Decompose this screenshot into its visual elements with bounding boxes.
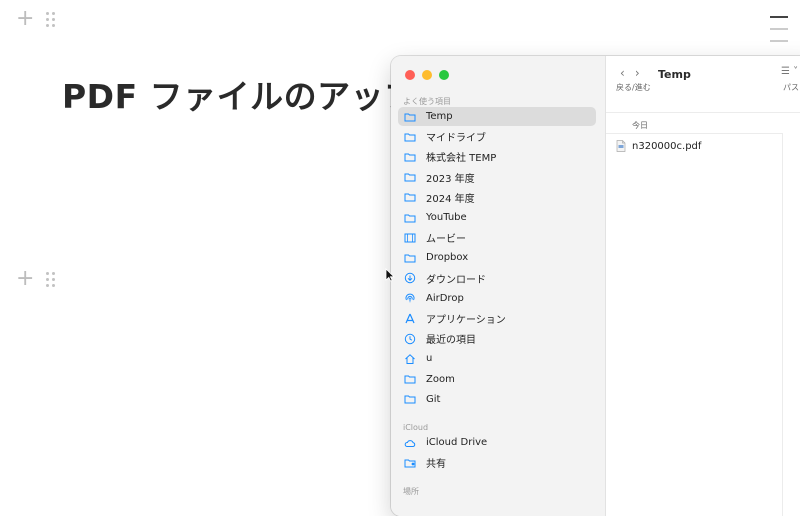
chevron-left-icon[interactable]: ‹ [620, 66, 625, 80]
download-icon [404, 272, 416, 284]
cloud-icon [404, 437, 416, 449]
airdrop-icon [404, 292, 416, 304]
sidebar-item-label: ダウンロード [426, 274, 486, 286]
folder-icon [404, 191, 416, 203]
block-handle-middle[interactable]: + [16, 268, 56, 290]
home-icon [404, 353, 416, 365]
sidebar-item-label: マイドライブ [426, 133, 486, 145]
folder-icon [404, 151, 416, 163]
clock-icon [404, 333, 416, 345]
sidebar-item[interactable]: Zoom [398, 370, 596, 389]
file-name: n320000c.pdf [632, 140, 702, 152]
pdf-file-icon [616, 140, 626, 152]
sidebar-item[interactable]: Git [398, 390, 596, 409]
minimize-window-button[interactable] [422, 70, 432, 80]
close-window-button[interactable] [405, 70, 415, 80]
folder-icon [404, 252, 416, 264]
sidebar-item-label: 株式会社 TEMP [426, 153, 497, 165]
folder-icon [404, 373, 416, 385]
locations-section-label: 場所 [403, 487, 419, 496]
sidebar-item[interactable]: ムービー [398, 228, 596, 247]
folder-icon [404, 131, 416, 143]
applications-icon [404, 313, 416, 325]
block-handle-top[interactable]: + [16, 8, 56, 30]
sidebar-item-label: 最近の項目 [426, 335, 476, 347]
toolbar-divider [606, 112, 800, 113]
back-forward-buttons[interactable]: ‹ › [620, 66, 640, 80]
sidebar-item[interactable]: iCloud Drive [398, 433, 596, 452]
sidebar-item-label: アプリケーション [426, 315, 506, 326]
shared-folder-icon [404, 457, 416, 469]
path-label: パス [783, 83, 799, 92]
add-block-icon[interactable]: + [16, 8, 34, 30]
finder-content: ‹ › 戻る/進む Temp ☰ ˅ パス 今日 n320000c.pdf [606, 56, 800, 516]
sidebar-item[interactable]: 2023 年度 [398, 168, 596, 187]
sidebar-item-label: 共有 [426, 459, 446, 471]
sidebar-item[interactable]: アプリケーション [398, 309, 596, 328]
sidebar-item[interactable]: 株式会社 TEMP [398, 147, 596, 166]
column-divider [782, 133, 783, 516]
zoom-window-button[interactable] [439, 70, 449, 80]
chevron-right-icon[interactable]: › [635, 66, 640, 80]
date-group-label: 今日 [632, 121, 648, 130]
folder-icon [404, 171, 416, 183]
sidebar-item[interactable]: u [398, 349, 596, 368]
folder-icon [404, 212, 416, 224]
window-controls [405, 70, 449, 80]
drag-handle-icon[interactable] [46, 11, 56, 27]
folder-icon [404, 111, 416, 123]
current-folder-title: Temp [658, 68, 691, 81]
sidebar-item[interactable]: 2024 年度 [398, 188, 596, 207]
sidebar-item[interactable]: YouTube [398, 208, 596, 227]
sidebar-item-label: u [426, 353, 433, 365]
sidebar-item-label: Zoom [426, 373, 455, 385]
file-row[interactable]: n320000c.pdf [616, 138, 782, 154]
list-view-icon[interactable]: ☰ ˅ [781, 66, 798, 77]
sidebar-item[interactable]: 最近の項目 [398, 329, 596, 348]
outline-menu-icon[interactable] [770, 16, 788, 52]
sidebar-item-label: AirDrop [426, 292, 464, 304]
finder-sidebar: よく使う項目 Temp マイドライブ 株式会社 TEMP 2023 年度 2024 年度… [391, 56, 606, 516]
sidebar-item[interactable]: 共有 [398, 453, 596, 472]
sidebar-item-label: Git [426, 393, 441, 405]
sidebar-item-label: 2024 年度 [426, 193, 475, 205]
folder-icon [404, 393, 416, 405]
list-divider [606, 133, 782, 134]
icloud-section-label: iCloud [403, 423, 429, 432]
page-title: PDF ファイルのアップ [62, 77, 418, 116]
sidebar-item[interactable]: ダウンロード [398, 269, 596, 288]
sidebar-item-label: Temp [426, 111, 453, 122]
add-block-icon[interactable]: + [16, 268, 34, 290]
back-forward-label: 戻る/進む [616, 83, 651, 92]
finder-window: よく使う項目 Temp マイドライブ 株式会社 TEMP 2023 年度 2024 年度… [391, 56, 800, 516]
sidebar-item[interactable]: AirDrop [398, 289, 596, 308]
sidebar-item-label: ムービー [426, 234, 466, 246]
sidebar-item-label: iCloud Drive [426, 437, 488, 448]
sidebar-item[interactable]: マイドライブ [398, 127, 596, 146]
mouse-cursor-icon [385, 268, 395, 282]
sidebar-item-label: 2023 年度 [426, 173, 475, 185]
sidebar-item-label: YouTube [426, 212, 467, 223]
drag-handle-icon[interactable] [46, 271, 56, 287]
sidebar-item[interactable]: Temp [398, 107, 596, 126]
favorites-section-label: よく使う項目 [403, 97, 451, 106]
sidebar-item-label: Dropbox [426, 252, 469, 264]
film-icon [404, 232, 416, 244]
sidebar-item[interactable]: Dropbox [398, 248, 596, 267]
